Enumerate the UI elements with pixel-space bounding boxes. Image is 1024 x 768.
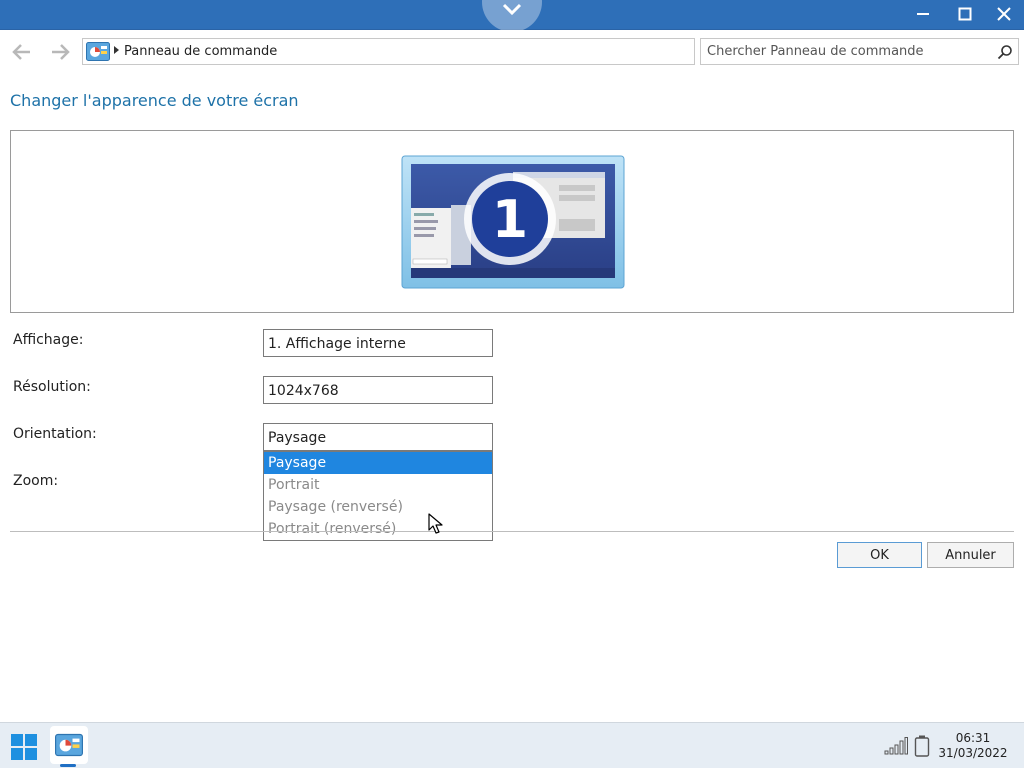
zoom-label: Zoom: [13,473,59,489]
signal-icon[interactable] [884,737,908,755]
windows-start-icon[interactable] [10,733,38,761]
orientation-dropdown-list: Paysage Portrait Paysage (renversé) Port… [263,451,493,541]
breadcrumb-separator-icon[interactable] [114,46,119,54]
search-icon[interactable] [997,44,1013,60]
close-button[interactable] [989,3,1019,25]
clock-time: 06:31 [955,731,991,745]
separator [10,531,1014,532]
resolution-select[interactable]: 1024x768 [263,376,493,404]
chevron-down-icon[interactable] [500,2,524,18]
search-input[interactable]: Chercher Panneau de commande [700,38,1019,65]
display-select[interactable]: 1. Affichage interne [263,329,493,357]
address-bar[interactable]: Panneau de commande [82,38,695,65]
orientation-select[interactable]: Paysage [263,423,493,451]
search-placeholder: Chercher Panneau de commande [707,44,924,59]
taskbar-app-control-panel[interactable] [50,726,88,764]
taskbar: 06:31 31/03/2022 [0,722,1024,768]
clock-date: 31/03/2022 [938,746,1008,760]
display-label: Affichage: [13,332,84,348]
resolution-label: Résolution: [13,379,91,395]
arrow-left-icon [12,44,30,60]
orientation-option-portrait[interactable]: Portrait [264,474,492,496]
maximize-icon [958,7,972,21]
back-button[interactable] [10,40,34,64]
arrow-right-icon [52,44,70,60]
orientation-option-landscape-flipped[interactable]: Paysage (renversé) [264,496,492,518]
close-icon [997,7,1011,21]
maximize-button[interactable] [950,3,980,25]
clock[interactable]: 06:31 31/03/2022 [936,731,1010,761]
minimize-icon [917,13,929,15]
breadcrumb-control-panel[interactable]: Panneau de commande [124,44,277,59]
mouse-cursor-icon [428,513,443,534]
battery-icon[interactable] [914,735,930,757]
cancel-button[interactable]: Annuler [927,542,1014,568]
orientation-option-landscape[interactable]: Paysage [264,452,492,474]
monitor-number: 1 [492,190,528,250]
display-preview: 1 [10,130,1014,313]
ok-button[interactable]: OK [837,542,922,568]
minimize-button[interactable] [908,3,938,25]
control-panel-window: Panneau de commande Chercher Panneau de … [0,0,1024,722]
control-panel-icon [86,42,110,61]
control-panel-icon [55,733,83,757]
title-bar [0,0,1024,32]
orientation-label: Orientation: [13,426,97,442]
active-app-indicator [60,764,76,767]
forward-button[interactable] [48,40,72,64]
monitor-icon[interactable]: 1 [401,155,625,289]
page-title: Changer l'apparence de votre écran [10,91,299,110]
orientation-option-portrait-flipped[interactable]: Portrait (renversé) [264,518,492,540]
